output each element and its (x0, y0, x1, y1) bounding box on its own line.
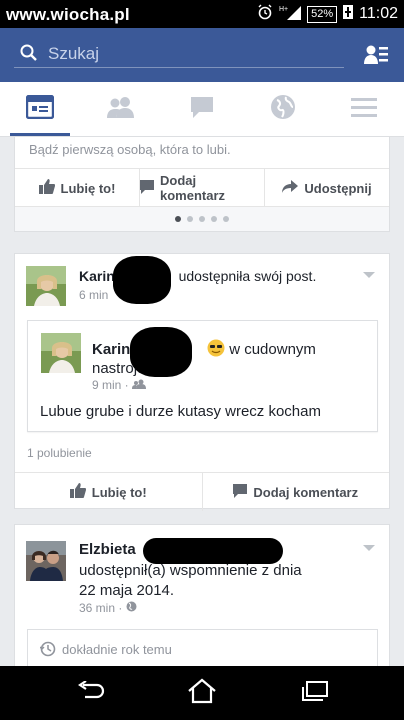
news-feed-icon (25, 94, 55, 124)
status-bar: www.wiocha.pl H+ 52% 11:02 (0, 0, 404, 28)
comment-label: Dodaj komentarz (253, 484, 359, 500)
post-action-text: udostępniła swój post. (178, 268, 317, 284)
post-card-2: Karin udostępniła swój post. 6 min Karin… (14, 253, 390, 511)
friends-icon (106, 96, 136, 123)
activity-text: w cudownym (229, 341, 316, 358)
tab-menu[interactable] (324, 82, 404, 136)
menu-icon (351, 96, 377, 123)
clock-history-icon (39, 641, 56, 662)
post-header: Elzbieta (79, 541, 136, 558)
thumbs-up-icon (38, 179, 55, 197)
memory-line-2: 22 maja 2014. (79, 582, 175, 599)
search-input[interactable]: Szukaj (14, 40, 344, 68)
carousel-dot (223, 216, 229, 222)
friend-requests-icon[interactable] (364, 44, 388, 71)
search-bar: Szukaj (0, 28, 404, 82)
like-label: Lubię to! (60, 180, 116, 196)
shared-post-time: 9 min · (92, 378, 147, 392)
back-button[interactable] (61, 676, 121, 710)
friends-privacy-icon (132, 378, 147, 392)
likes-prompt: Bądź pierwszą osobą, która to lubi. (29, 142, 231, 157)
carousel-dot (187, 216, 193, 222)
battery-indicator: 52% (307, 5, 338, 23)
home-button[interactable] (172, 676, 232, 710)
top-navigation (0, 82, 404, 137)
chevron-down-icon[interactable] (363, 545, 375, 551)
comment-button[interactable]: Dodaj komentarz (201, 473, 390, 511)
avatar[interactable] (26, 541, 66, 581)
tab-messages[interactable] (162, 82, 242, 136)
post-actions: Lubię to! Dodaj komentarz (15, 472, 389, 511)
alarm-icon (257, 4, 273, 24)
recent-apps-icon (301, 680, 329, 707)
carousel-dot (211, 216, 217, 222)
svg-text:H+: H+ (279, 6, 288, 13)
clock: 11:02 (359, 5, 398, 22)
comment-icon (233, 483, 248, 501)
globe-icon (270, 94, 296, 125)
system-navigation-bar (0, 666, 404, 720)
post-text: Lubue grube i durze kutasy wrecz kocham (40, 403, 321, 420)
post-actions: Lubię to! Dodaj komentarz Udostępnij (15, 168, 389, 207)
post-card-1: Bądź pierwszą osobą, która to lubi. Lubi… (14, 137, 390, 232)
back-icon (77, 679, 105, 706)
memory-label: dokładnie rok temu (62, 642, 172, 657)
author-name[interactable]: Elzbieta (79, 541, 136, 558)
messages-icon (189, 95, 215, 124)
chevron-down-icon[interactable] (363, 272, 375, 278)
comment-label: Dodaj komentarz (160, 173, 226, 203)
tab-news-feed[interactable] (0, 82, 80, 136)
home-icon (186, 678, 218, 709)
memory-description: udostępnił(a) wspomnienie z dnia 22 maja… (79, 561, 302, 601)
author-name[interactable]: Karin (79, 268, 115, 284)
shared-post[interactable]: Karina w cudownym nastroju 9 min · Lubue… (27, 320, 378, 432)
likes-count[interactable]: 1 polubienie (27, 446, 92, 460)
share-button[interactable]: Udostępnij (265, 169, 389, 207)
redaction-mark (113, 256, 171, 304)
tab-friends[interactable] (81, 82, 161, 136)
charging-icon (343, 4, 354, 24)
watermark: www.wiocha.pl (6, 5, 130, 24)
post-time: 6 min (79, 288, 109, 302)
redaction-mark (130, 327, 192, 377)
avatar[interactable] (41, 333, 81, 373)
share-label: Udostępnij (304, 180, 372, 196)
like-label: Lubię to! (91, 484, 147, 500)
memory-card[interactable]: dokładnie rok temu (27, 629, 378, 669)
emoji-sunglasses-icon (207, 339, 225, 358)
post-card-3: Elzbieta udostępnił(a) wspomnienie z dni… (14, 524, 390, 669)
time-label: 36 min · (79, 601, 123, 615)
status-icons: H+ 52% 11:02 (257, 4, 398, 24)
tab-notifications[interactable] (243, 82, 323, 136)
carousel-dot (199, 216, 205, 222)
like-button[interactable]: Lubię to! (15, 473, 202, 511)
signal-icon: H+ (279, 4, 302, 24)
globe-privacy-icon (126, 601, 137, 615)
recent-apps-button[interactable] (285, 676, 345, 710)
comment-button[interactable]: Dodaj komentarz (139, 169, 265, 207)
avatar[interactable] (26, 266, 66, 306)
comment-icon (140, 179, 154, 197)
thumbs-up-icon (69, 483, 86, 501)
carousel-dot (175, 216, 181, 222)
share-icon (282, 180, 299, 196)
post-time: 36 min · (79, 601, 137, 615)
like-button[interactable]: Lubię to! (15, 169, 139, 207)
carousel-indicator (15, 206, 389, 231)
memory-line-1: udostępnił(a) wspomnienie z dnia (79, 562, 302, 579)
shared-time-label: 9 min · (92, 378, 129, 392)
